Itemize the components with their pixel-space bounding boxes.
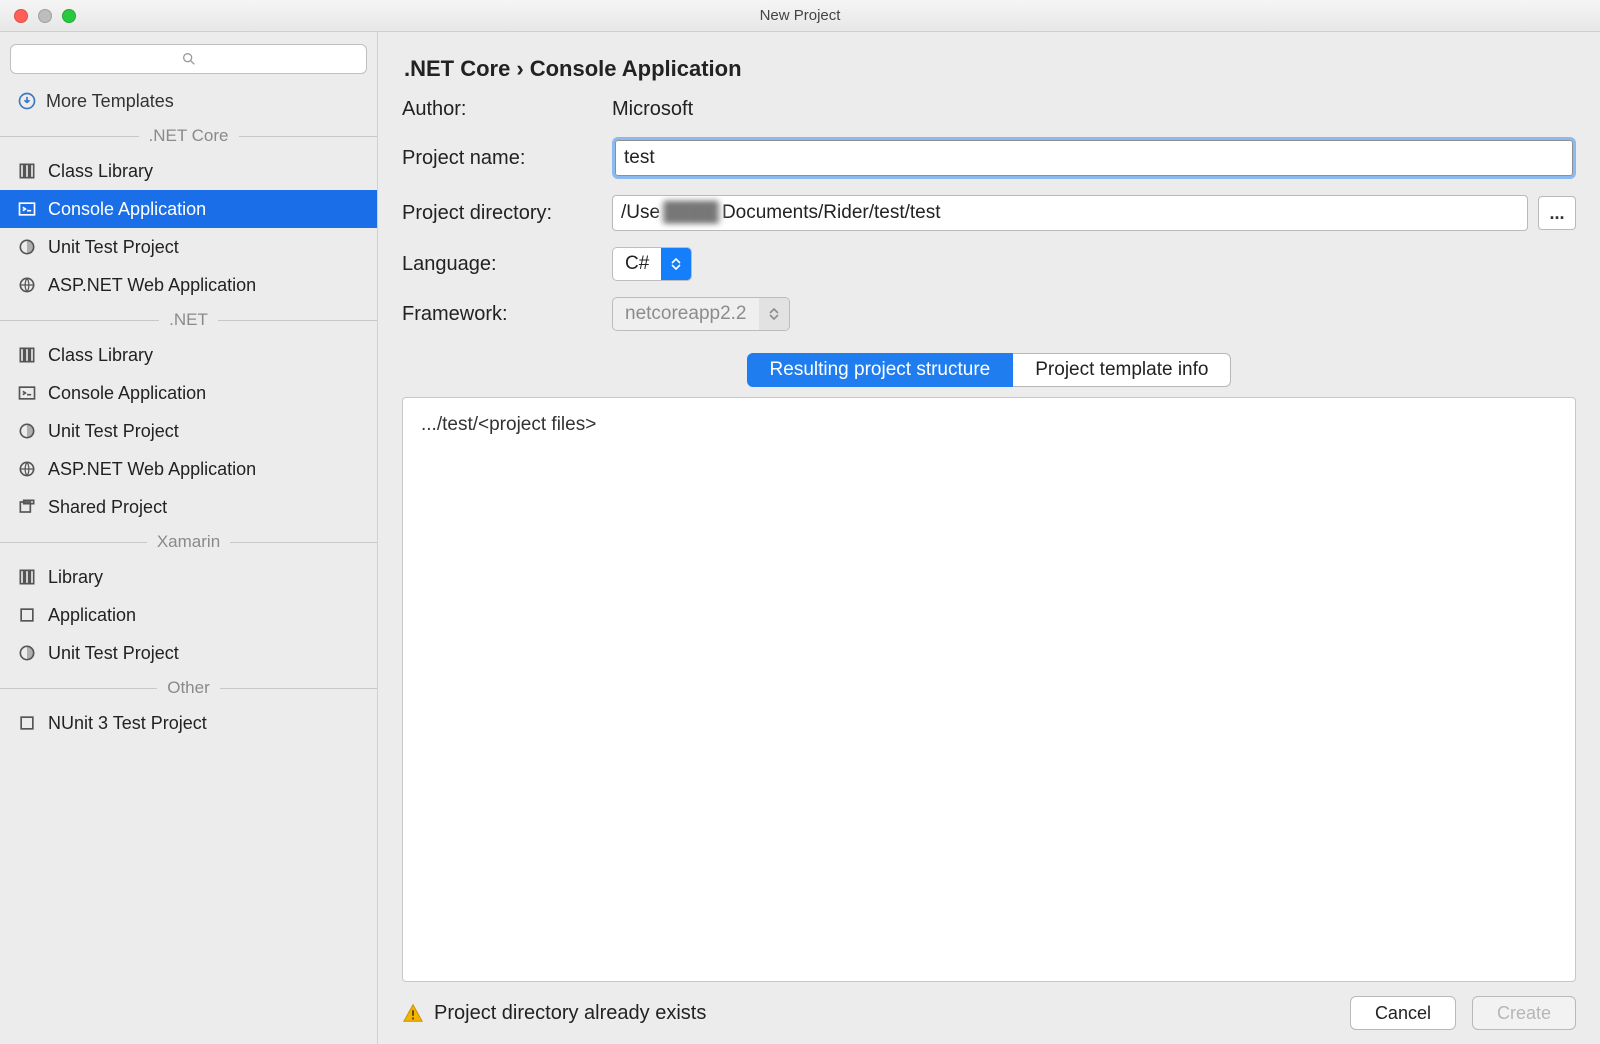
redacted-text: ████ (660, 202, 722, 224)
content-panel: .NET Core›Console Application Author: Mi… (378, 32, 1600, 1044)
sidebar-item-class-library[interactable]: Class Library (0, 336, 377, 374)
sidebar-item-label: Library (48, 567, 103, 588)
section-header-netcore: .NET Core (0, 120, 377, 152)
globe-icon (16, 274, 38, 296)
console-icon (16, 198, 38, 220)
window-title: New Project (0, 7, 1600, 24)
unit-test-icon (16, 420, 38, 442)
language-value: C# (613, 253, 661, 275)
sidebar-item-label: Console Application (48, 199, 206, 220)
project-dir-label: Project directory: (402, 202, 612, 225)
download-icon (16, 90, 38, 112)
sidebar-item-label: Class Library (48, 161, 153, 182)
chevron-updown-icon (661, 248, 691, 280)
sidebar-item-unit-test[interactable]: Unit Test Project (0, 412, 377, 450)
unit-test-icon (16, 642, 38, 664)
sidebar-item-class-library[interactable]: Class Library (0, 152, 377, 190)
sidebar-item-label: ASP.NET Web Application (48, 275, 256, 296)
warning-icon (402, 1002, 424, 1024)
section-header-net: .NET (0, 304, 377, 336)
sidebar-item-label: Class Library (48, 345, 153, 366)
search-input[interactable] (10, 44, 367, 74)
framework-select[interactable]: netcoreapp2.2 (612, 297, 790, 331)
project-name-input[interactable] (615, 140, 1573, 176)
sidebar: More Templates .NET Core Class Library C… (0, 32, 378, 1044)
sidebar-item-console-app[interactable]: Console Application (0, 374, 377, 412)
sidebar-item-unit-test[interactable]: Unit Test Project (0, 228, 377, 266)
sidebar-item-console-app[interactable]: Console Application (0, 190, 377, 228)
project-name-label: Project name: (402, 147, 612, 170)
sidebar-item-label: Shared Project (48, 497, 167, 518)
project-dir-input[interactable]: /Use████Documents/Rider/test/test (612, 195, 1528, 231)
shared-icon (16, 496, 38, 518)
globe-icon (16, 458, 38, 480)
console-icon (16, 382, 38, 404)
library-icon (16, 566, 38, 588)
author-value: Microsoft (612, 98, 1576, 121)
more-templates-label: More Templates (46, 91, 174, 112)
cancel-button[interactable]: Cancel (1350, 996, 1456, 1030)
breadcrumb: .NET Core›Console Application (404, 56, 1576, 82)
section-header-xamarin: Xamarin (0, 526, 377, 558)
section-header-other: Other (0, 672, 377, 704)
sidebar-item-shared[interactable]: Shared Project (0, 488, 377, 526)
sidebar-item-label: Console Application (48, 383, 206, 404)
more-templates-link[interactable]: More Templates (0, 82, 377, 120)
sidebar-item-label: NUnit 3 Test Project (48, 713, 207, 734)
sidebar-item-aspnet[interactable]: ASP.NET Web Application (0, 450, 377, 488)
library-icon (16, 160, 38, 182)
author-label: Author: (402, 98, 612, 121)
tab-structure[interactable]: Resulting project structure (747, 353, 1014, 387)
sidebar-item-library[interactable]: Library (0, 558, 377, 596)
app-icon (16, 604, 38, 626)
tabs: Resulting project structure Project temp… (402, 353, 1576, 387)
titlebar: New Project (0, 0, 1600, 32)
create-button: Create (1472, 996, 1576, 1030)
framework-label: Framework: (402, 303, 612, 326)
sidebar-item-label: Unit Test Project (48, 643, 179, 664)
sidebar-item-label: ASP.NET Web Application (48, 459, 256, 480)
framework-value: netcoreapp2.2 (613, 303, 759, 325)
browse-button[interactable]: ... (1538, 196, 1576, 230)
library-icon (16, 344, 38, 366)
sidebar-item-label: Application (48, 605, 136, 626)
language-label: Language: (402, 253, 612, 276)
result-line: .../test/<project files> (421, 414, 1557, 436)
tab-template-info[interactable]: Project template info (1013, 353, 1231, 387)
sidebar-item-nunit[interactable]: NUnit 3 Test Project (0, 704, 377, 742)
sidebar-item-label: Unit Test Project (48, 421, 179, 442)
unit-test-icon (16, 236, 38, 258)
search-icon (181, 51, 197, 67)
project-name-field-wrap (612, 137, 1576, 179)
language-select[interactable]: C# (612, 247, 692, 281)
sidebar-item-label: Unit Test Project (48, 237, 179, 258)
warning-message: Project directory already exists (402, 1002, 706, 1025)
chevron-updown-icon (759, 298, 789, 330)
sidebar-item-aspnet[interactable]: ASP.NET Web Application (0, 266, 377, 304)
app-icon (16, 712, 38, 734)
sidebar-item-application[interactable]: Application (0, 596, 377, 634)
sidebar-item-unit-test[interactable]: Unit Test Project (0, 634, 377, 672)
result-structure-box: .../test/<project files> (402, 397, 1576, 982)
